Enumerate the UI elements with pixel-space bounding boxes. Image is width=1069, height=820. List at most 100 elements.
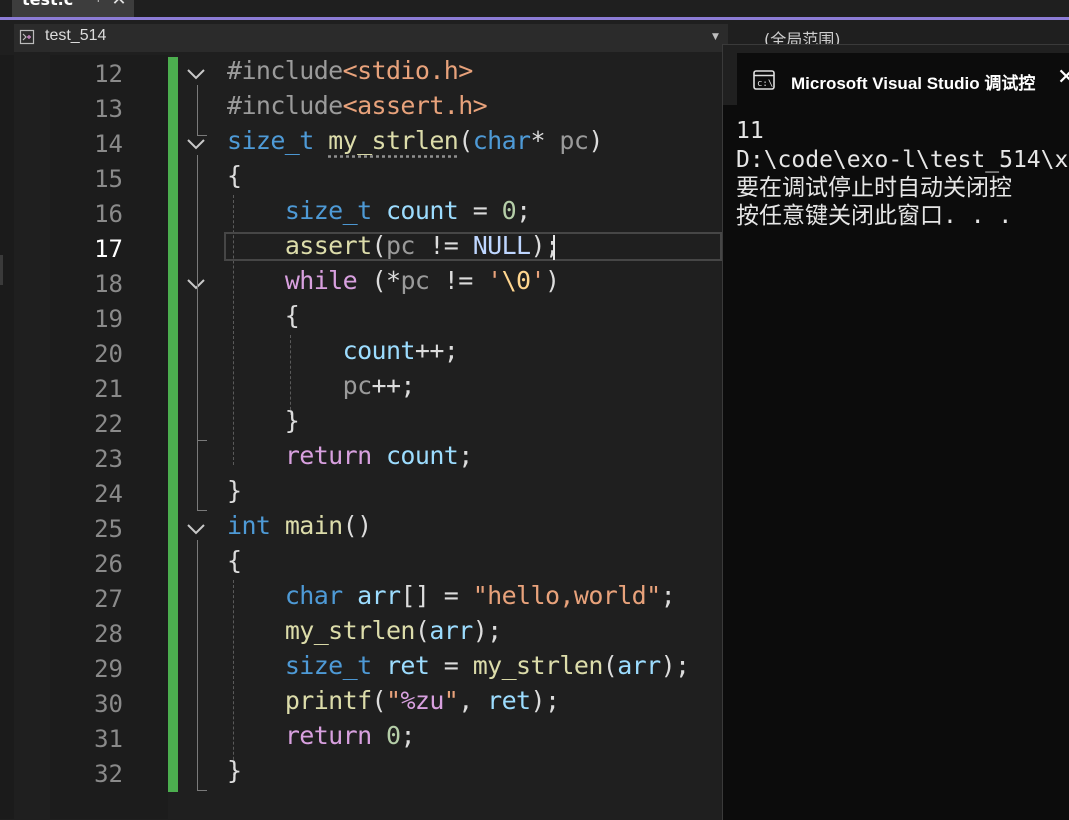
code-token: { bbox=[227, 161, 242, 190]
code-token: * bbox=[530, 126, 560, 155]
code-line[interactable]: my_strlen(arr); bbox=[227, 616, 502, 651]
code-token: ' bbox=[487, 266, 502, 295]
code-token: { bbox=[227, 546, 242, 575]
code-line[interactable]: size_t my_strlen(char* pc) bbox=[227, 126, 603, 161]
line-number: 18 bbox=[94, 270, 123, 298]
code-token: ; bbox=[516, 196, 531, 225]
code-token: { bbox=[227, 301, 300, 330]
code-token: my_strlen bbox=[472, 651, 604, 680]
line-number: 15 bbox=[94, 165, 123, 193]
code-token: %zu bbox=[400, 686, 444, 715]
code-token: arr bbox=[357, 581, 401, 610]
text-caret bbox=[553, 235, 555, 260]
code-token: 0 bbox=[501, 196, 517, 225]
code-line[interactable]: } bbox=[227, 406, 300, 441]
line-number: 14 bbox=[94, 130, 123, 158]
code-token: ( bbox=[371, 231, 387, 260]
code-line[interactable]: { bbox=[227, 301, 300, 336]
code-token: ( bbox=[602, 651, 618, 680]
code-token: count bbox=[385, 196, 459, 225]
code-token: size_t bbox=[284, 651, 372, 680]
code-line[interactable]: return 0; bbox=[227, 721, 416, 756]
console-output-line: 11 bbox=[736, 118, 764, 144]
fold-chevron-icon[interactable] bbox=[185, 67, 207, 81]
line-number: 28 bbox=[94, 620, 123, 648]
code-line[interactable]: int main() bbox=[227, 511, 372, 546]
code-line[interactable]: printf("%zu", ret); bbox=[227, 686, 560, 721]
close-icon[interactable]: ✕ bbox=[1057, 65, 1069, 90]
fold-chevron-icon[interactable] bbox=[185, 137, 207, 151]
pin-icon[interactable]: ⊣ bbox=[86, 0, 102, 9]
code-token: #include bbox=[227, 91, 343, 120]
line-number: 16 bbox=[94, 200, 123, 228]
code-token: = bbox=[429, 651, 473, 680]
project-label: test_514 bbox=[45, 27, 107, 44]
code-line[interactable]: pc++; bbox=[227, 371, 416, 406]
code-token: arr bbox=[617, 651, 661, 680]
code-token: \0 bbox=[501, 266, 532, 295]
code-line[interactable]: } bbox=[227, 476, 242, 511]
line-number: 13 bbox=[94, 95, 123, 123]
fold-chevron-icon[interactable] bbox=[185, 277, 207, 291]
code-token: () bbox=[342, 511, 373, 540]
code-token: <stdio.h> bbox=[342, 56, 474, 85]
code-line[interactable]: assert(pc != NULL); bbox=[227, 231, 561, 266]
code-token: ) bbox=[544, 266, 560, 295]
line-number: 26 bbox=[94, 550, 123, 578]
code-token: ; bbox=[400, 721, 415, 750]
code-editor[interactable]: 12 13 14 15 16 17 18 19 20 21 22 23 24 25 26 27 28 29 30 31… bbox=[0, 55, 722, 819]
code-line[interactable]: count++; bbox=[227, 336, 459, 371]
tab-test-c[interactable]: test.c ⊣ ✕ bbox=[12, 0, 134, 17]
fold-region-end bbox=[197, 135, 207, 136]
code-token: != bbox=[429, 266, 488, 295]
fold-chevron-icon[interactable] bbox=[185, 522, 207, 536]
code-line[interactable]: while (*pc != '\0') bbox=[227, 266, 560, 301]
code-line[interactable]: #include<assert.h> bbox=[227, 91, 488, 126]
project-dropdown[interactable]: test_514 ▼ bbox=[14, 24, 728, 52]
line-number: 20 bbox=[94, 340, 123, 368]
code-line[interactable]: size_t count = 0; bbox=[227, 196, 531, 231]
code-token: pc bbox=[400, 266, 430, 295]
fold-region-end bbox=[197, 790, 207, 791]
code-token: ); bbox=[530, 231, 561, 260]
code-line[interactable]: } bbox=[227, 756, 242, 791]
code-token: int bbox=[227, 511, 271, 540]
code-token: return bbox=[284, 441, 372, 470]
tab-title[interactable]: test.c bbox=[22, 0, 73, 9]
fold-region-end bbox=[197, 510, 207, 511]
code-token: NULL bbox=[472, 231, 531, 260]
code-token: ( bbox=[458, 126, 473, 155]
code-line[interactable]: char arr[] = "hello,world"; bbox=[227, 581, 676, 616]
line-number: 31 bbox=[94, 725, 123, 753]
code-line[interactable]: size_t ret = my_strlen(arr); bbox=[227, 651, 690, 686]
console-title: Microsoft Visual Studio 调试控 bbox=[791, 74, 1036, 93]
code-token: ' bbox=[530, 266, 546, 295]
code-token: count bbox=[342, 336, 416, 365]
code-token: (* bbox=[357, 266, 402, 295]
code-line[interactable]: #include<stdio.h> bbox=[227, 56, 473, 91]
line-number: 22 bbox=[94, 410, 123, 438]
debug-console-window[interactable]: c:\ Microsoft Visual Studio 调试控 ✕ 11 D:\… bbox=[722, 44, 1069, 820]
line-number: 19 bbox=[94, 305, 123, 333]
code-token: " bbox=[443, 686, 459, 715]
code-token: ; bbox=[660, 581, 676, 610]
project-icon bbox=[19, 29, 35, 45]
line-number-margin: 12 13 14 15 16 17 18 19 20 21 22 23 24 25 26 27 28 29 30 31… bbox=[50, 55, 168, 819]
console-output-line: 要在调试停止时自动关闭控 bbox=[736, 175, 1012, 201]
code-token: char bbox=[472, 126, 531, 155]
code-line[interactable]: { bbox=[227, 546, 242, 581]
chevron-down-icon[interactable]: ▼ bbox=[712, 32, 722, 42]
code-line[interactable]: { bbox=[227, 161, 242, 196]
console-tab[interactable]: c:\ Microsoft Visual Studio 调试控 ✕ bbox=[737, 53, 1069, 105]
close-tab-icon[interactable]: ✕ bbox=[110, 0, 128, 10]
change-tracking-bar bbox=[168, 57, 178, 792]
code-line[interactable]: return count; bbox=[227, 441, 474, 476]
